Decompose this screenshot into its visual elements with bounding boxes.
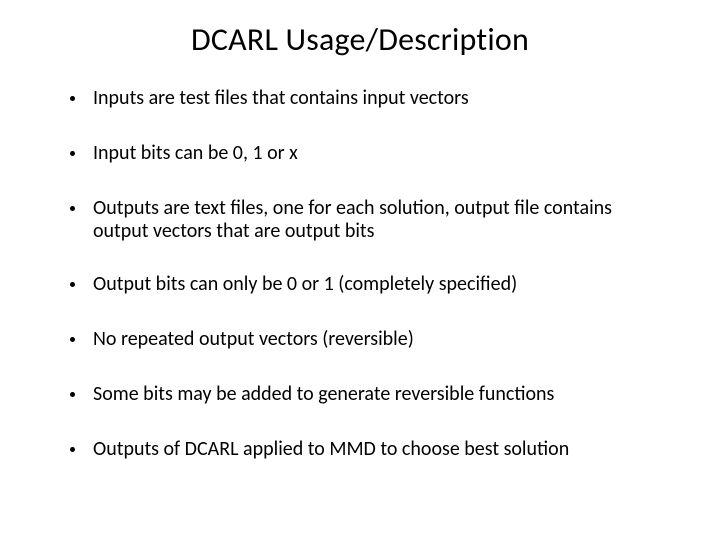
- bullet-text: Outputs of DCARL applied to MMD to choos…: [93, 438, 660, 461]
- slide-content: Inputs are test files that contains inpu…: [0, 87, 720, 461]
- bullet-icon: [70, 151, 75, 156]
- slide-title: DCARL Usage/Description: [0, 20, 720, 59]
- bullet-icon: [70, 337, 75, 342]
- bullet-icon: [70, 392, 75, 397]
- bullet-text: Some bits may be added to generate rever…: [93, 383, 660, 406]
- list-item: Outputs of DCARL applied to MMD to choos…: [70, 438, 660, 461]
- list-item: Some bits may be added to generate rever…: [70, 383, 660, 406]
- list-item: Inputs are test files that contains inpu…: [70, 87, 660, 110]
- bullet-text: Output bits can only be 0 or 1 (complete…: [93, 273, 660, 296]
- bullet-icon: [70, 96, 75, 101]
- list-item: Outputs are text files, one for each sol…: [70, 197, 660, 243]
- bullet-icon: [70, 206, 75, 211]
- list-item: Input bits can be 0, 1 or x: [70, 142, 660, 165]
- bullet-text: Inputs are test files that contains inpu…: [93, 87, 660, 110]
- bullet-icon: [70, 447, 75, 452]
- bullet-text: Input bits can be 0, 1 or x: [93, 142, 660, 165]
- bullet-icon: [70, 282, 75, 287]
- bullet-text: No repeated output vectors (reversible): [93, 328, 660, 351]
- bullet-text: Outputs are text files, one for each sol…: [93, 197, 660, 243]
- list-item: Output bits can only be 0 or 1 (complete…: [70, 273, 660, 296]
- list-item: No repeated output vectors (reversible): [70, 328, 660, 351]
